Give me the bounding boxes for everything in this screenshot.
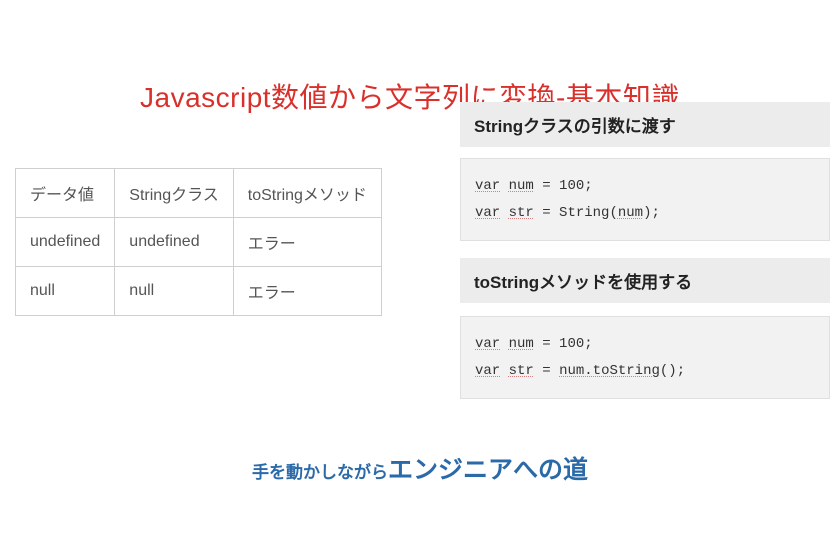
table-cell: エラー [233,218,381,267]
table-cell: null [115,267,233,316]
code-text: = String( [534,205,618,221]
conversion-table: データ値 Stringクラス toStringメソッド undefined un… [15,168,382,316]
code-keyword: var [475,205,500,221]
table-header: データ値 [16,169,115,218]
section-heading-tostring: toStringメソッドを使用する [460,258,830,303]
code-identifier: num [509,336,534,352]
table-row: null null エラー [16,267,382,316]
code-line: var num = 100; [475,331,815,358]
footer-tagline: 手を動かしながらエンジニアへの道 [0,450,840,486]
code-keyword: var [475,336,500,352]
footer-small-text: 手を動かしながら [252,463,388,482]
code-identifier: num [509,178,534,194]
table-row: undefined undefined エラー [16,218,382,267]
code-identifier: str [509,205,534,221]
table-header: toStringメソッド [233,169,381,218]
code-text: = 100; [534,178,593,194]
code-identifier: str [509,363,534,379]
table-cell: null [16,267,115,316]
code-keyword: var [475,178,500,194]
code-identifier: num [618,205,643,221]
footer-big-text: エンジニアへの道 [388,456,588,484]
code-line: var str = String(num); [475,200,815,227]
code-line: var str = num.toString(); [475,358,815,385]
table-header: Stringクラス [115,169,233,218]
code-identifier: num.toString [559,363,660,379]
code-keyword: var [475,363,500,379]
code-block-tostring: var num = 100; var str = num.toString(); [460,316,830,399]
table-header-row: データ値 Stringクラス toStringメソッド [16,169,382,218]
code-text: (); [660,363,685,379]
table-cell: エラー [233,267,381,316]
section-heading-string-class: Stringクラスの引数に渡す [460,102,830,147]
code-text: ); [643,205,660,221]
table-cell: undefined [115,218,233,267]
table-cell: undefined [16,218,115,267]
code-text: = 100; [534,336,593,352]
code-line: var num = 100; [475,173,815,200]
code-text: = [534,363,559,379]
code-block-string-class: var num = 100; var str = String(num); [460,158,830,241]
